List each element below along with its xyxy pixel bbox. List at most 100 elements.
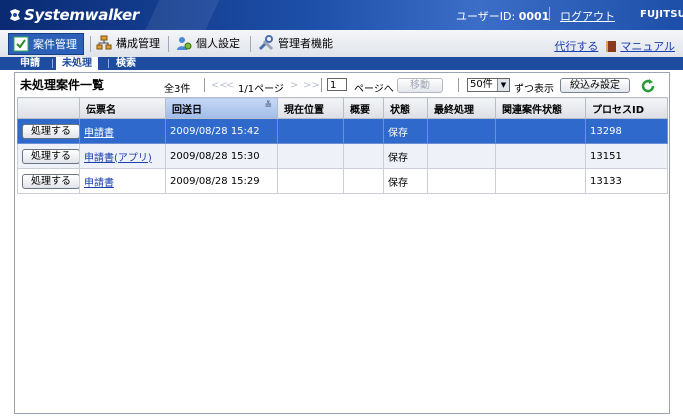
case-table: 伝票名 回送日 ≚ 現在位置 概要 状態 最終処理 関連案件状態 プロセスID 処… (17, 97, 668, 194)
action-cell: 処理する (17, 143, 80, 169)
slip-name-link[interactable]: 申請書(アプリ) (84, 153, 152, 164)
last-action-cell (427, 168, 496, 194)
pager-bar: 全3件 << < 1/1ページ > >> 1 ページへ 移動 50件 ▼ ずつ表示… (0, 78, 683, 95)
app-logo-text: Systemwalker (24, 6, 140, 24)
col-header-related-status[interactable]: 関連案件状態 (495, 97, 586, 119)
banner-decoration (136, 0, 224, 30)
menu-label: 個人設定 (196, 37, 240, 50)
pager-divider (204, 78, 205, 92)
checklist-icon (13, 36, 29, 52)
tab-divider (52, 59, 53, 68)
menu-case-management[interactable]: 案件管理 (8, 33, 84, 55)
status-cell: 保存 (383, 168, 428, 194)
menu-divider (250, 36, 251, 52)
chevron-down-icon: ▼ (497, 79, 509, 91)
header-divider (549, 7, 550, 21)
top-banner: Systemwalker ユーザーID: 0001 ログアウト FUJITSU (0, 0, 683, 30)
tab-divider (108, 59, 109, 68)
action-cell: 処理する (17, 168, 80, 194)
process-id-cell: 13151 (585, 143, 668, 169)
summary-cell (343, 143, 384, 169)
tab-unprocessed[interactable]: 未処理 (56, 57, 98, 70)
manual-book-icon (606, 40, 617, 52)
org-chart-icon (96, 35, 112, 50)
last-page-button[interactable]: >> (303, 80, 320, 91)
tab-apply[interactable]: 申請 (14, 57, 46, 70)
sort-desc-icon: ≚ (264, 100, 272, 111)
menu-divider (90, 36, 91, 52)
process-button[interactable]: 処理する (22, 123, 79, 139)
menu-label: 案件管理 (33, 38, 77, 51)
date-cell: 2009/08/28 15:29 (165, 168, 278, 194)
systemwalker-logo-icon (8, 8, 22, 22)
col-header-current-position[interactable]: 現在位置 (277, 97, 344, 119)
prev-page-button[interactable]: < (226, 80, 234, 91)
col-header-status[interactable]: 状態 (383, 97, 428, 119)
last-action-cell (427, 143, 496, 169)
tab-search[interactable]: 検索 (110, 57, 142, 70)
proxy-link[interactable]: 代行する (554, 38, 598, 54)
menu-label: 管理者機能 (278, 37, 333, 50)
menu-divider (168, 36, 169, 52)
next-page-button[interactable]: > (290, 80, 298, 91)
process-button[interactable]: 処理する (22, 148, 79, 164)
action-cell: 処理する (17, 118, 80, 144)
related-status-cell (495, 118, 586, 144)
status-cell: 保存 (383, 143, 428, 169)
slip-name-link[interactable]: 申請書 (84, 128, 114, 139)
manual-link[interactable]: マニュアル (620, 38, 675, 54)
page-number-input[interactable]: 1 (327, 78, 347, 91)
slip-name-cell: 申請書 (79, 168, 166, 194)
table-row[interactable]: 処理する 申請書(アプリ) 2009/08/28 15:30 保存 13151 (17, 143, 668, 169)
col-header-slip-name[interactable]: 伝票名 (79, 97, 166, 119)
date-cell: 2009/08/28 15:42 (165, 118, 278, 144)
location-cell (277, 143, 344, 169)
col-header-forward-date[interactable]: 回送日 ≚ (165, 97, 278, 119)
slip-name-cell: 申請書 (79, 118, 166, 144)
slip-name-cell: 申請書(アプリ) (79, 143, 166, 169)
table-row[interactable]: 処理する 申請書 2009/08/28 15:29 保存 13133 (17, 168, 668, 194)
per-page-select[interactable]: 50件 ▼ (467, 78, 510, 92)
col-header-last-action[interactable]: 最終処理 (427, 97, 496, 119)
page-suffix-label: ページへ (354, 84, 394, 95)
table-row[interactable]: 処理する 申請書 2009/08/28 15:42 保存 13298 (17, 118, 668, 144)
menu-personal-settings[interactable]: 個人設定 (176, 33, 240, 53)
menu-label: 構成管理 (116, 37, 160, 50)
fujitsu-brand: FUJITSU (640, 9, 683, 20)
pager-divider (321, 78, 322, 92)
col-header-label: 回送日 (172, 104, 202, 116)
process-id-cell: 13133 (585, 168, 668, 194)
pager-divider (458, 78, 459, 92)
user-id-value: 0001 (518, 10, 550, 23)
total-count: 全3件 (164, 84, 191, 95)
col-header-summary[interactable]: 概要 (343, 97, 384, 119)
filter-settings-button[interactable]: 絞込み設定 (560, 78, 630, 93)
summary-cell (343, 168, 384, 194)
process-id-cell: 13298 (585, 118, 668, 144)
status-cell: 保存 (383, 118, 428, 144)
menu-admin-functions[interactable]: 管理者機能 (258, 33, 333, 53)
slip-name-link[interactable]: 申請書 (84, 178, 114, 189)
col-header-action (17, 97, 80, 119)
menu-configuration[interactable]: 構成管理 (96, 33, 160, 53)
logout-link[interactable]: ログアウト (560, 8, 615, 24)
location-cell (277, 118, 344, 144)
related-status-cell (495, 168, 586, 194)
menu-right-links: 代行する マニュアル (554, 38, 675, 54)
location-cell (277, 168, 344, 194)
refresh-icon[interactable] (640, 78, 656, 94)
last-action-cell (427, 118, 496, 144)
user-id-label: ユーザーID: (456, 10, 519, 23)
user-id-display: ユーザーID: 0001 (456, 8, 549, 24)
per-page-suffix: ずつ表示 (514, 84, 554, 95)
related-status-cell (495, 143, 586, 169)
summary-cell (343, 118, 384, 144)
process-button[interactable]: 処理する (22, 173, 79, 189)
col-header-process-id[interactable]: プロセスID (585, 97, 668, 119)
move-button[interactable]: 移動 (397, 78, 443, 93)
per-page-value: 50件 (470, 79, 493, 90)
sub-tab-bar: 申請 未処理 検索 (0, 57, 683, 70)
main-menu-bar: 案件管理 構成管理 個人設定 管理者機能 代行する マニュアル (0, 30, 683, 58)
app-logo: Systemwalker (8, 6, 139, 24)
tools-icon (258, 35, 274, 51)
